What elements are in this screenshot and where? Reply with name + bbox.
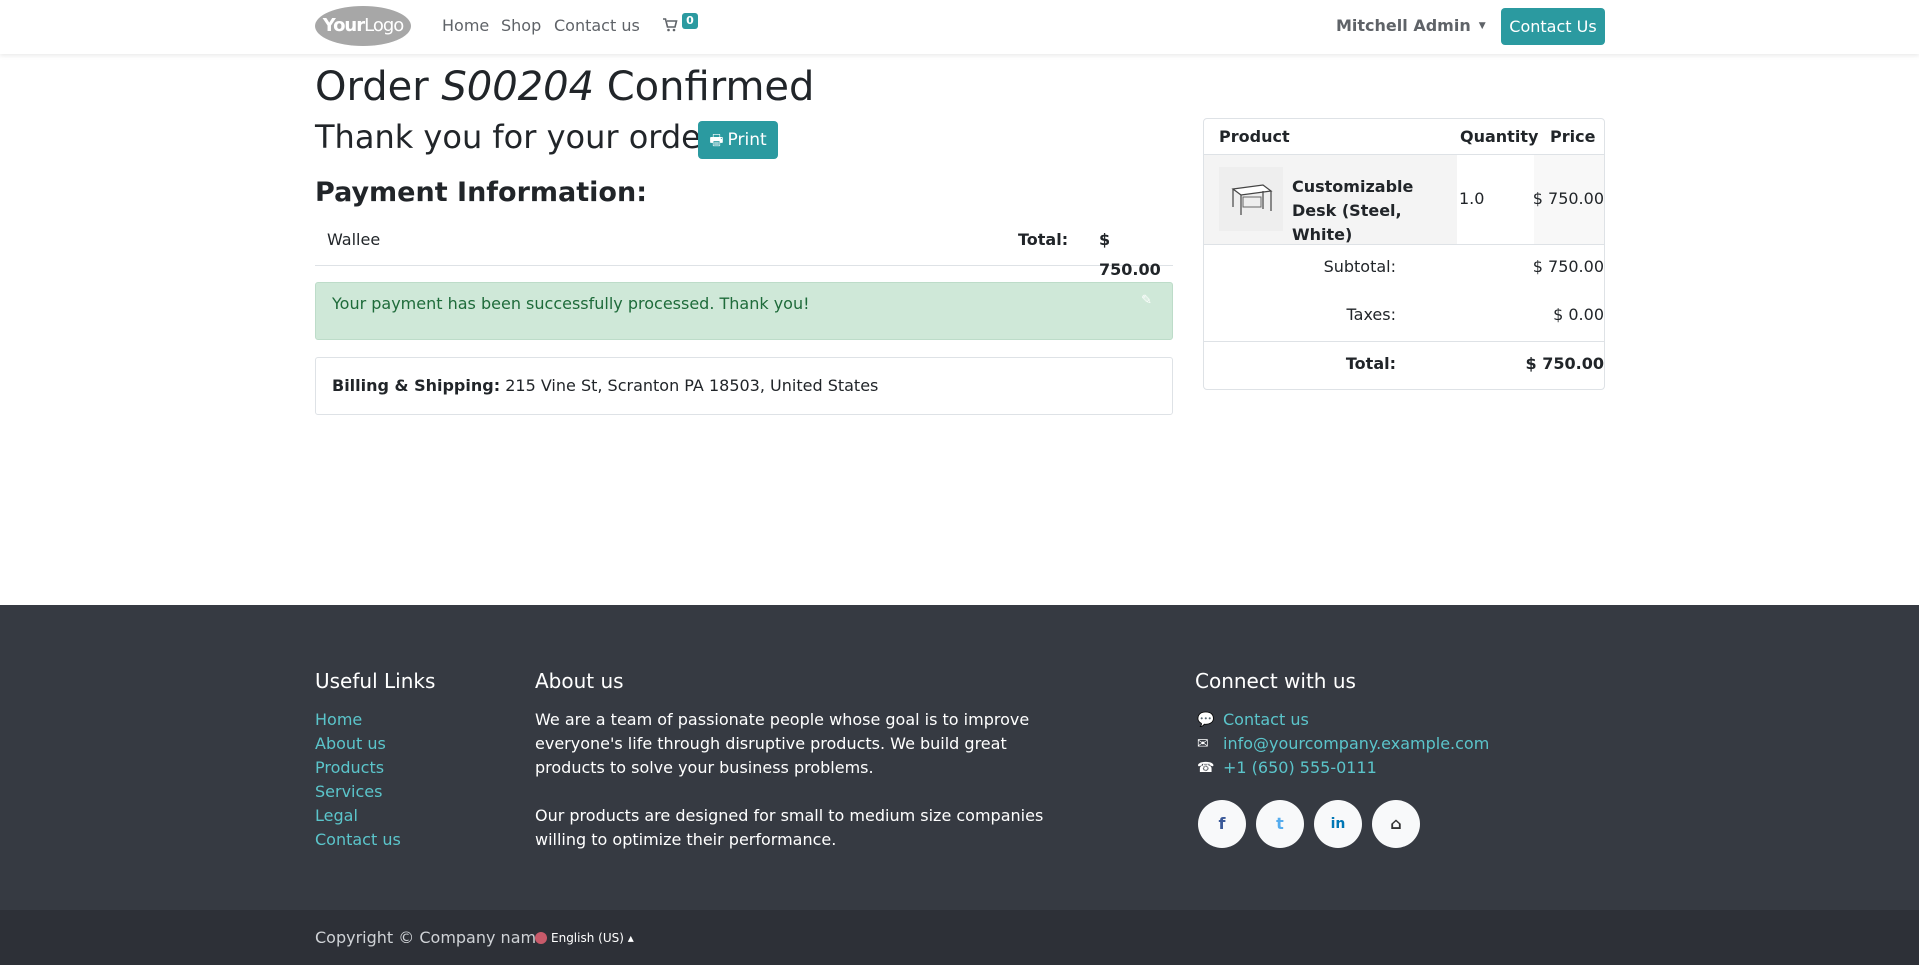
footer-link-contact-us[interactable]: Contact us [315,828,401,852]
home-icon[interactable]: ⌂ [1372,800,1420,848]
summary-product-row: Customizable Desk (Steel, White) 1.0 $ 7… [1204,155,1604,244]
footer-link-products[interactable]: Products [315,756,384,780]
phone-icon: ☎ [1197,760,1215,776]
copyright-text: Copyright © Company name [315,928,546,947]
subtotal-divider [1204,244,1604,245]
connect-email[interactable]: info@yourcompany.example.com [1223,732,1489,756]
column-product: Product [1219,127,1290,146]
footer-link-services[interactable]: Services [315,780,382,804]
product-price: $ 750.00 [1532,189,1604,208]
cart-count-badge: 0 [682,13,698,29]
footer-link-legal[interactable]: Legal [315,804,358,828]
facebook-icon[interactable]: f [1198,800,1246,848]
payment-total-value: $ 750.00 [1099,230,1161,279]
subtotal-label: Subtotal: [1323,257,1396,276]
copyright-bar: Copyright © Company name English (US) ▴ [0,910,1919,965]
contact-us-button[interactable]: Contact Us [1501,8,1605,45]
product-quantity: 1.0 [1459,189,1485,208]
us-flag-icon [535,932,547,944]
column-price: Price [1550,127,1596,146]
taxes-label: Taxes: [1346,305,1396,324]
user-menu-dropdown[interactable]: Mitchell Admin ▼ [1336,16,1486,36]
product-name: Customizable Desk (Steel, White) [1292,177,1414,244]
about-us-text: We are a team of passionate people whose… [535,710,1030,777]
summary-total-label: Total: [1345,354,1396,373]
billing-shipping-card: Billing & Shipping: 215 Vine St, Scranto… [315,357,1173,415]
payment-method: Wallee [327,230,381,249]
summary-total-value: $ 750.00 [1525,354,1604,373]
nav-shop[interactable]: Shop [501,16,541,36]
footer-link-about-us[interactable]: About us [315,732,386,756]
print-button[interactable]: 🖶 Print [698,121,778,159]
top-navbar: YourLogo Home Shop Contact us 0 Mitchell… [0,0,1919,54]
footer-link-home[interactable]: Home [315,708,362,732]
company-logo[interactable]: YourLogo [315,6,411,46]
order-summary-table: Product Quantity Price Customizable Desk… [1203,118,1605,390]
caret-up-icon: ▴ [627,931,634,945]
summary-header-row: Product Quantity Price [1204,119,1604,155]
useful-links-heading: Useful Links [315,669,436,693]
language-selector[interactable]: English (US) ▴ [535,929,634,947]
product-thumbnail[interactable] [1219,167,1283,231]
payment-success-alert: Your payment has been successfully proce… [315,282,1173,340]
nav-home[interactable]: Home [442,16,489,36]
cart-icon[interactable] [662,17,678,37]
address-value: 215 Vine St, Scranton PA 18503, United S… [505,376,879,395]
pencil-icon[interactable]: ✎ [1141,293,1152,308]
payment-success-message: Your payment has been successfully proce… [332,294,810,313]
order-reference: S00204 [441,64,595,110]
address-label: Billing & Shipping: [332,376,501,395]
about-us-heading: About us [535,669,624,693]
linkedin-icon[interactable]: in [1314,800,1362,848]
about-us-text-2: Our products are designed for small to m… [535,806,1044,849]
comment-icon: 💬 [1197,712,1215,728]
connect-phone[interactable]: +1 (650) 555-0111 [1223,756,1377,780]
nav-contact-us[interactable]: Contact us [554,16,640,36]
connect-heading: Connect with us [1195,669,1356,693]
twitter-icon[interactable]: t [1256,800,1304,848]
subtotal-value: $ 750.00 [1532,257,1604,276]
payment-information-heading: Payment Information: [315,177,647,208]
thank-you-heading: Thank you for your order. [315,118,722,156]
payment-total-label: Total: [1018,230,1069,249]
payment-row: Wallee Total: $ 750.00 [315,225,1173,279]
column-quantity: Quantity [1460,127,1539,146]
site-footer: Useful Links Home About us Products Serv… [0,605,1919,910]
page-title: Order S00204 Confirmed [315,64,815,110]
taxes-value: $ 0.00 [1553,305,1604,324]
connect-contact-us[interactable]: Contact us [1223,708,1309,732]
chevron-down-icon: ▼ [1478,21,1486,31]
print-icon: 🖶 [709,131,724,149]
envelope-icon: ✉ [1197,736,1209,752]
total-divider [1204,341,1604,342]
